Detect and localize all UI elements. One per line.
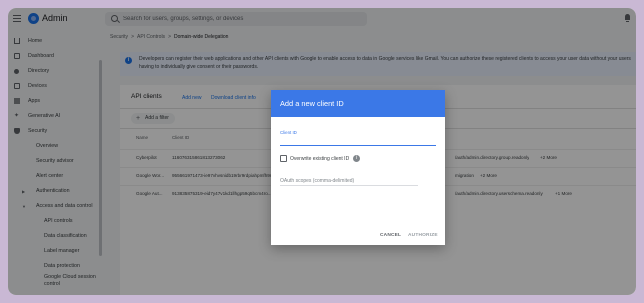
- overwrite-checkbox[interactable]: [280, 155, 287, 162]
- cancel-button[interactable]: CANCEL: [380, 233, 401, 238]
- client-id-input[interactable]: [280, 137, 436, 146]
- overwrite-label: Overwrite existing client ID: [290, 156, 350, 162]
- dialog-header: Add a new client ID: [271, 90, 445, 117]
- dialog-title: Add a new client ID: [280, 99, 344, 108]
- admin-window: Admin Home Dashboard Directory Devices A…: [8, 8, 636, 295]
- authorize-button[interactable]: AUTHORIZE: [408, 233, 438, 238]
- client-id-label: Client ID: [280, 130, 297, 135]
- oauth-scopes-input[interactable]: [280, 177, 418, 186]
- add-client-id-dialog: Add a new client ID Client ID Overwrite …: [271, 90, 445, 245]
- help-icon[interactable]: i: [353, 155, 360, 162]
